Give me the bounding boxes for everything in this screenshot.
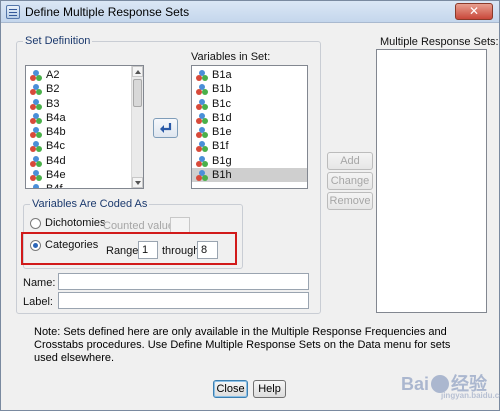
label-label: Label:	[23, 296, 53, 308]
variable-list-item[interactable]: A2	[26, 68, 143, 82]
source-list-scrollbar[interactable]	[131, 66, 143, 188]
variable-name: B2	[46, 83, 60, 96]
variable-list-item[interactable]: B1e	[192, 125, 307, 139]
variable-list-item[interactable]: B4d	[26, 154, 143, 168]
variable-name: B4d	[46, 154, 66, 167]
multiple-response-variable-icon	[196, 170, 208, 182]
multiple-response-variable-icon	[30, 141, 42, 153]
set-definition-title: Set Definition	[23, 35, 93, 47]
scroll-down-arrow-icon[interactable]	[132, 177, 143, 188]
variable-name: B1h	[212, 169, 232, 182]
variable-list-item[interactable]: B4e	[26, 168, 143, 182]
window-close-button[interactable]: ✕	[455, 3, 493, 20]
variable-name: B4c	[46, 140, 65, 153]
multiple-response-variable-icon	[30, 112, 42, 124]
set-label-field[interactable]	[58, 292, 309, 309]
variable-list-item[interactable]: B1d	[192, 111, 307, 125]
variable-name: B1e	[212, 126, 232, 139]
set-name-field[interactable]	[58, 273, 309, 290]
counted-value-field[interactable]	[170, 217, 190, 233]
coded-as-title: Variables Are Coded As	[30, 198, 150, 210]
multiple-response-variable-icon	[196, 98, 208, 110]
variable-name: B4e	[46, 169, 66, 182]
variable-name: B4f	[46, 183, 63, 188]
multiple-response-variable-icon	[30, 70, 42, 81]
multiple-response-variable-icon	[30, 155, 42, 167]
scroll-up-arrow-icon[interactable]	[132, 66, 143, 77]
app-icon	[6, 5, 20, 19]
help-button[interactable]: Help	[253, 380, 286, 398]
variable-list-item[interactable]: B1g	[192, 154, 307, 168]
name-label: Name:	[23, 277, 56, 289]
multiple-response-variable-icon	[196, 112, 208, 124]
variable-list-item[interactable]: B4b	[26, 125, 143, 139]
variables-in-set-label: Variables in Set:	[191, 51, 271, 63]
arrow-left-icon	[160, 123, 172, 133]
multiple-response-variable-icon	[30, 184, 42, 188]
multiple-response-sets-list[interactable]	[376, 49, 487, 313]
variable-list-item[interactable]: B4a	[26, 111, 143, 125]
variable-name: B4a	[46, 111, 66, 124]
variable-list-item[interactable]: B1f	[192, 139, 307, 153]
variable-list-item[interactable]: B2	[26, 82, 143, 96]
multiple-response-variable-icon	[196, 127, 208, 139]
variable-name: B1d	[212, 111, 232, 124]
variable-name: B1b	[212, 83, 232, 96]
variable-list-item[interactable]: B1c	[192, 97, 307, 111]
baidu-watermark: Bai经验 jingyan.baidu.com	[400, 374, 500, 400]
dialog-window: Define Multiple Response Sets ✕ Set Defi…	[0, 0, 500, 411]
multiple-response-variable-icon	[30, 84, 42, 96]
window-title: Define Multiple Response Sets	[25, 5, 190, 19]
scroll-thumb[interactable]	[133, 79, 142, 107]
multiple-response-variable-icon	[196, 141, 208, 153]
multiple-response-variable-icon	[30, 98, 42, 110]
variables-in-set-list[interactable]: B1a B1b B1c B1d B1e B1f B1g B1h	[191, 65, 308, 189]
variable-list-item[interactable]: B3	[26, 97, 143, 111]
variable-name: B1a	[212, 69, 232, 81]
variable-list-item[interactable]: B1h	[192, 168, 307, 183]
add-button[interactable]: Add	[327, 152, 373, 170]
variable-list-item[interactable]: B1a	[192, 68, 307, 82]
multiple-response-variable-icon	[196, 84, 208, 96]
source-variable-list[interactable]: A2 B2B3B4a B4bB4cB4d B4eB4f	[25, 65, 144, 189]
remove-button[interactable]: Remove	[327, 192, 373, 210]
multiple-response-variable-icon	[196, 155, 208, 167]
variable-list-item[interactable]: B4f	[26, 182, 143, 188]
variable-name: B4b	[46, 126, 66, 139]
move-variable-button[interactable]	[153, 118, 178, 138]
multiple-response-variable-icon	[30, 127, 42, 139]
multiple-response-variable-icon	[30, 170, 42, 182]
variable-list-item[interactable]: B4c	[26, 139, 143, 153]
variable-name: B1g	[212, 154, 232, 167]
variable-name: B1c	[212, 97, 231, 110]
variable-name: B3	[46, 97, 60, 110]
close-icon: ✕	[468, 4, 480, 18]
variable-name: B1f	[212, 140, 229, 153]
variable-name: A2	[46, 69, 60, 81]
multiple-response-variable-icon	[196, 70, 208, 81]
dichotomies-radio[interactable]	[30, 218, 41, 229]
note-text: Note: Sets defined here are only availab…	[34, 326, 451, 364]
title-bar: Define Multiple Response Sets ✕	[1, 1, 499, 23]
change-button[interactable]: Change	[327, 172, 373, 190]
dichotomies-label: Dichotomies	[45, 217, 106, 229]
highlight-annotation-box	[21, 232, 237, 265]
multiple-response-sets-label: Multiple Response Sets:	[380, 36, 499, 48]
counted-value-label: Counted value:	[103, 220, 177, 232]
variable-list-item[interactable]: B1b	[192, 82, 307, 96]
close-button[interactable]: Close	[213, 380, 248, 398]
